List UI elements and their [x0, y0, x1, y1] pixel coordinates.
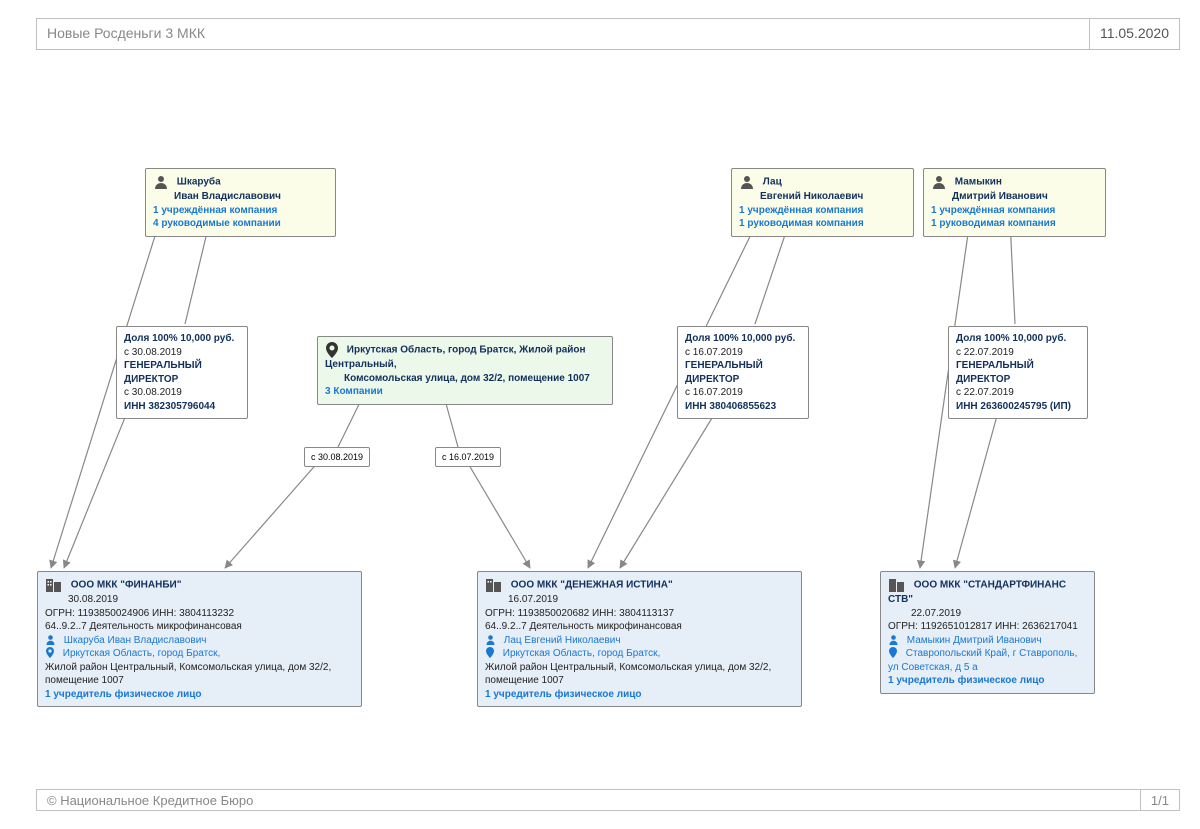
- company-node-standartfinans[interactable]: ООО МКК "СТАНДАРТФИНАНС СТВ" 22.07.2019 …: [880, 571, 1095, 694]
- person-firstname: Евгений Николаевич: [760, 191, 863, 202]
- company-date: 16.07.2019: [508, 593, 794, 607]
- role-date: с 22.07.2019: [956, 386, 1080, 400]
- company-address-link[interactable]: Ставропольский Край, г Ставрополь,: [906, 648, 1078, 659]
- person-small-icon: [888, 634, 899, 645]
- pin-icon: [325, 342, 339, 358]
- founded-link[interactable]: 1 учреждённая компания: [153, 204, 328, 218]
- company-ids: ОГРН: 1192651012817 ИНН: 2636217041: [888, 620, 1087, 634]
- role-text: ГЕНЕРАЛЬНЫЙ ДИРЕКТОР: [124, 359, 240, 386]
- role-date: с 16.07.2019: [685, 386, 801, 400]
- company-activity: 64..9.2..7 Деятельность микрофинансовая: [45, 620, 354, 634]
- role-date: с 30.08.2019: [124, 386, 240, 400]
- person-small-icon: [485, 634, 496, 645]
- company-ids: ОГРН: 1193850024906 ИНН: 3804113232: [45, 607, 354, 621]
- share-date: с 16.07.2019: [685, 346, 801, 360]
- share-text: Доля 100% 10,000 руб.: [956, 332, 1080, 346]
- person-small-icon: [45, 634, 56, 645]
- founders-link[interactable]: 1 учредитель физическое лицо: [485, 688, 794, 702]
- role-text: ГЕНЕРАЛЬНЫЙ ДИРЕКТОР: [956, 359, 1080, 386]
- role-text: ГЕНЕРАЛЬНЫЙ ДИРЕКТОР: [685, 359, 801, 386]
- relation-node-1: Доля 100% 10,000 руб. с 30.08.2019 ГЕНЕР…: [116, 326, 248, 419]
- building-icon: [485, 577, 503, 593]
- person-icon: [739, 174, 755, 190]
- person-lastname: Шкаруба: [177, 177, 221, 188]
- person-node-shkaruba[interactable]: Шкаруба Иван Владиславович 1 учреждённая…: [145, 168, 336, 237]
- person-icon: [931, 174, 947, 190]
- managed-link[interactable]: 1 руководимая компания: [931, 217, 1098, 231]
- company-date: 30.08.2019: [68, 593, 354, 607]
- pin-small-icon: [485, 647, 495, 659]
- company-address2: Жилой район Центральный, Комсомольская у…: [45, 661, 354, 688]
- pin-small-icon: [888, 647, 898, 659]
- relation-node-3: Доля 100% 10,000 руб. с 22.07.2019 ГЕНЕР…: [948, 326, 1088, 419]
- company-name: ООО МКК "СТАНДАРТФИНАНС СТВ": [888, 580, 1066, 605]
- header-bar: Новые Росденьги 3 МКК 11.05.2020: [36, 18, 1180, 50]
- company-address-link[interactable]: Иркутская Область, город Братск,: [63, 648, 220, 659]
- company-director-link[interactable]: Мамыкин Дмитрий Иванович: [907, 635, 1042, 646]
- location-node[interactable]: Иркутская Область, город Братск, Жилой р…: [317, 336, 613, 405]
- edge-date-label-1: с 30.08.2019: [304, 447, 370, 467]
- building-icon: [45, 577, 63, 593]
- person-node-mamykin[interactable]: Мамыкин Дмитрий Иванович 1 учреждённая к…: [923, 168, 1106, 237]
- company-address-link[interactable]: Иркутская Область, город Братск,: [503, 648, 660, 659]
- footer-bar: © Национальное Кредитное Бюро 1/1: [36, 789, 1180, 811]
- person-node-lats[interactable]: Лац Евгений Николаевич 1 учреждённая ком…: [731, 168, 914, 237]
- person-lastname: Лац: [763, 177, 782, 188]
- companies-at-address-link[interactable]: 3 Компании: [325, 385, 605, 399]
- company-node-denezhnaya-istina[interactable]: ООО МКК "ДЕНЕЖНАЯ ИСТИНА" 16.07.2019 ОГР…: [477, 571, 802, 707]
- person-firstname: Иван Владиславович: [174, 191, 281, 202]
- share-text: Доля 100% 10,000 руб.: [685, 332, 801, 346]
- managed-link[interactable]: 4 руководимые компании: [153, 217, 328, 231]
- company-date: 22.07.2019: [911, 607, 1087, 621]
- relation-node-2: Доля 100% 10,000 руб. с 16.07.2019 ГЕНЕР…: [677, 326, 809, 419]
- addr-line2: Комсомольская улица, дом 32/2, помещение…: [344, 373, 590, 384]
- company-director-link[interactable]: Лац Евгений Николаевич: [504, 635, 621, 646]
- building-icon: [888, 577, 906, 593]
- inn-text: ИНН 263600245795 (ИП): [956, 400, 1080, 414]
- pin-small-icon: [45, 647, 55, 659]
- share-date: с 30.08.2019: [124, 346, 240, 360]
- founded-link[interactable]: 1 учреждённая компания: [739, 204, 906, 218]
- company-ids: ОГРН: 1193850020682 ИНН: 3804113137: [485, 607, 794, 621]
- inn-text: ИНН 382305796044: [124, 400, 240, 414]
- company-name: ООО МКК "ФИНАНБИ": [71, 580, 182, 591]
- company-director-link[interactable]: Шкаруба Иван Владиславович: [64, 635, 207, 646]
- share-date: с 22.07.2019: [956, 346, 1080, 360]
- managed-link[interactable]: 1 руководимая компания: [739, 217, 906, 231]
- page-number: 1/1: [1140, 790, 1179, 810]
- inn-text: ИНН 380406855623: [685, 400, 801, 414]
- share-text: Доля 100% 10,000 руб.: [124, 332, 240, 346]
- company-address2: Жилой район Центральный, Комсомольская у…: [485, 661, 794, 688]
- page-title: Новые Росденьги 3 МКК: [37, 19, 1089, 49]
- company-node-finanbi[interactable]: ООО МКК "ФИНАНБИ" 30.08.2019 ОГРН: 11938…: [37, 571, 362, 707]
- founders-link[interactable]: 1 учредитель физическое лицо: [45, 688, 354, 702]
- person-icon: [153, 174, 169, 190]
- copyright-text: © Национальное Кредитное Бюро: [37, 790, 1140, 810]
- person-lastname: Мамыкин: [955, 177, 1002, 188]
- company-name: ООО МКК "ДЕНЕЖНАЯ ИСТИНА": [511, 580, 673, 591]
- company-address2[interactable]: ул Советская, д 5 а: [888, 661, 1087, 675]
- addr-line1: Иркутская Область, город Братск, Жилой р…: [325, 345, 586, 370]
- report-date: 11.05.2020: [1089, 19, 1179, 49]
- founders-link[interactable]: 1 учредитель физическое лицо: [888, 674, 1087, 688]
- edge-date-label-2: с 16.07.2019: [435, 447, 501, 467]
- company-activity: 64..9.2..7 Деятельность микрофинансовая: [485, 620, 794, 634]
- founded-link[interactable]: 1 учреждённая компания: [931, 204, 1098, 218]
- person-firstname: Дмитрий Иванович: [952, 191, 1048, 202]
